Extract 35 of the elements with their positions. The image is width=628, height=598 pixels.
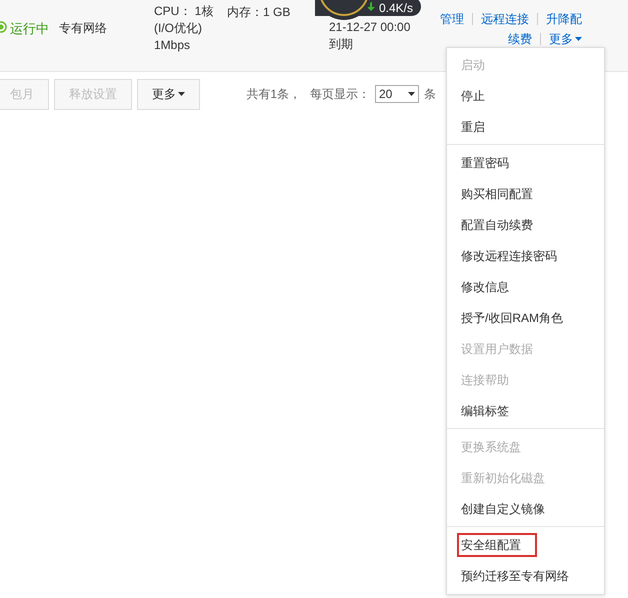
menu-item[interactable]: 修改信息 — [461, 278, 509, 296]
menu-item[interactable]: 停止 — [461, 86, 485, 104]
down-arrow-icon — [366, 2, 375, 11]
page-size-select[interactable]: 20 — [375, 85, 419, 103]
status-text: 运行中 — [10, 20, 49, 38]
menu-item[interactable]: 创建自定义镜像 — [461, 500, 545, 518]
menu-item[interactable]: 编辑标签 — [461, 402, 509, 420]
expiry-date: 21-12-27 00:00 — [329, 19, 412, 36]
cpu-text: CPU： 1核 — [154, 3, 214, 20]
caret-icon — [178, 92, 185, 96]
memory-text: 内存：1 GB — [227, 5, 290, 19]
menu-item[interactable]: 重置密码 — [461, 154, 509, 172]
page-size-unit: 条 — [424, 86, 436, 103]
bandwidth-text: 1Mbps — [154, 37, 192, 54]
expiry-label: 到期 — [329, 36, 354, 53]
menu-item[interactable]: 重启 — [461, 118, 485, 136]
action-link[interactable]: 升降配 — [546, 10, 582, 28]
total-count: 共有1条， — [246, 86, 301, 103]
menu-item[interactable]: 预约迁移至专有网络 — [461, 566, 569, 584]
network-type: 专有网络 — [59, 21, 107, 35]
menu-item[interactable]: 配置自动续费 — [461, 216, 533, 234]
caret-icon — [408, 92, 415, 96]
action-link[interactable]: 更多 — [549, 30, 582, 48]
toolbar-button[interactable]: 更多 — [137, 78, 200, 110]
caret-icon — [575, 37, 582, 41]
action-link[interactable]: 续费 — [508, 30, 532, 48]
menu-item[interactable]: 修改远程连接密码 — [461, 246, 557, 264]
traffic-speed: 0.4K/s — [378, 0, 413, 16]
menu-item[interactable]: 购买相同配置 — [461, 184, 533, 202]
action-link[interactable]: 管理 — [440, 10, 464, 28]
menu-item[interactable]: 安全组配置 — [457, 532, 537, 556]
action-link[interactable]: 远程连接 — [481, 10, 529, 28]
menu-item[interactable]: 授予/收回RAM角色 — [461, 308, 563, 326]
cpu-note: (I/O优化) — [154, 20, 203, 37]
page-size-label: 每页显示： — [310, 86, 370, 103]
